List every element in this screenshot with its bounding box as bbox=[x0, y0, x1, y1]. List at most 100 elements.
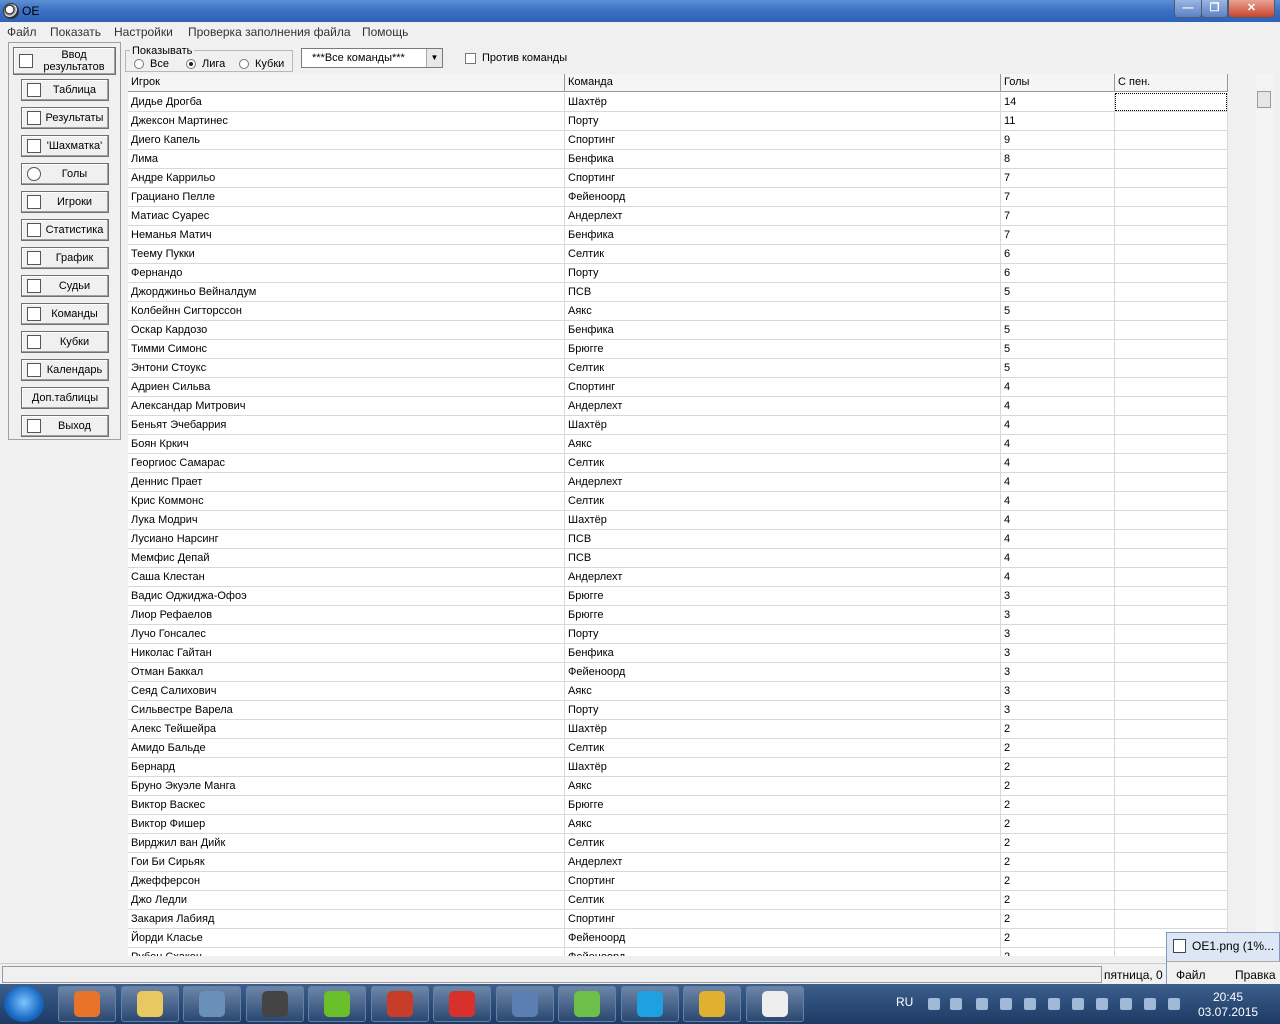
nav-players-button[interactable]: Игроки bbox=[21, 191, 109, 213]
menu-check-file[interactable]: Проверка заполнения файла bbox=[188, 25, 351, 39]
cell-team[interactable]: Шахтёр bbox=[565, 758, 1001, 777]
tray-e-icon[interactable] bbox=[1000, 998, 1012, 1010]
tray-nvidia-icon[interactable] bbox=[1120, 998, 1132, 1010]
table-row[interactable]: Вирджил ван Дийк Селтик 2 bbox=[128, 834, 1228, 853]
cell-team[interactable]: Порту bbox=[565, 264, 1001, 283]
cell-team[interactable]: Андерлехт bbox=[565, 853, 1001, 872]
cell-team[interactable]: Порту bbox=[565, 701, 1001, 720]
cell-team[interactable]: Селтик bbox=[565, 891, 1001, 910]
cell-goals[interactable]: 4 bbox=[1001, 378, 1115, 397]
cell-team[interactable]: Бенфика bbox=[565, 644, 1001, 663]
start-button[interactable] bbox=[4, 986, 44, 1022]
table-row[interactable]: Георгиос Самарас Селтик 4 bbox=[128, 454, 1228, 473]
cell-player[interactable]: Закария Лабияд bbox=[128, 910, 565, 929]
cell-player[interactable]: Лима bbox=[128, 150, 565, 169]
nav-goals-button[interactable]: Голы bbox=[21, 163, 109, 185]
nav-statistics-button[interactable]: Статистика bbox=[21, 219, 109, 241]
camera-taskbar-button[interactable] bbox=[245, 986, 304, 1022]
cell-player[interactable]: Деннис Прает bbox=[128, 473, 565, 492]
table-row[interactable]: Андре Каррильо Спортинг 7 bbox=[128, 169, 1228, 188]
cell-player[interactable]: Вадис Оджиджа-Офоэ bbox=[128, 587, 565, 606]
cell-player[interactable]: Андре Каррильо bbox=[128, 169, 565, 188]
nav-table-button[interactable]: Таблица bbox=[21, 79, 109, 101]
radio-league[interactable]: Лига bbox=[186, 58, 225, 70]
column-header-goals[interactable]: Голы bbox=[1001, 74, 1115, 92]
table-row[interactable]: Адриен Сильва Спортинг 4 bbox=[128, 378, 1228, 397]
cell-goals[interactable]: 6 bbox=[1001, 245, 1115, 264]
cell-goals[interactable]: 4 bbox=[1001, 511, 1115, 530]
cell-team[interactable]: Селтик bbox=[565, 245, 1001, 264]
cell-goals[interactable]: 7 bbox=[1001, 207, 1115, 226]
cell-player[interactable]: Виктор Фишер bbox=[128, 815, 565, 834]
cell-penalties[interactable] bbox=[1115, 321, 1228, 340]
cell-penalties[interactable] bbox=[1115, 587, 1228, 606]
table-row[interactable]: Мемфис Депай ПСВ 4 bbox=[128, 549, 1228, 568]
cell-player[interactable]: Отман Баккал bbox=[128, 663, 565, 682]
table-row[interactable]: Закария Лабияд Спортинг 2 bbox=[128, 910, 1228, 929]
cell-goals[interactable]: 5 bbox=[1001, 359, 1115, 378]
cell-team[interactable]: ПСВ bbox=[565, 283, 1001, 302]
table-row[interactable]: Лучо Гонсалес Порту 3 bbox=[128, 625, 1228, 644]
nav-referees-button[interactable]: Судьи bbox=[21, 275, 109, 297]
cell-player[interactable]: Лусиано Нарсинг bbox=[128, 530, 565, 549]
tray-network-icon[interactable] bbox=[928, 998, 940, 1010]
radio-all[interactable]: Все bbox=[134, 58, 169, 70]
cell-goals[interactable]: 7 bbox=[1001, 188, 1115, 207]
cell-team[interactable]: Брюгге bbox=[565, 587, 1001, 606]
scorers-table[interactable]: Игрок Команда Голы С пен. Дидье Дрогба Ша… bbox=[128, 74, 1228, 956]
solitaire-taskbar-button[interactable] bbox=[370, 986, 429, 1022]
cell-player[interactable]: Оскар Кардозо bbox=[128, 321, 565, 340]
tray-game-icon[interactable] bbox=[1048, 998, 1060, 1010]
cell-goals[interactable]: 2 bbox=[1001, 872, 1115, 891]
cell-team[interactable]: Шахтёр bbox=[565, 720, 1001, 739]
media-player-taskbar-button[interactable] bbox=[58, 986, 116, 1022]
cell-player[interactable]: Адриен Сильва bbox=[128, 378, 565, 397]
cell-team[interactable]: Селтик bbox=[565, 454, 1001, 473]
cell-team[interactable]: ПСВ bbox=[565, 549, 1001, 568]
cell-team[interactable]: ПСВ bbox=[565, 530, 1001, 549]
cell-goals[interactable]: 2 bbox=[1001, 929, 1115, 948]
cell-player[interactable]: Николас Гайтан bbox=[128, 644, 565, 663]
table-row[interactable]: Беньят Эчебаррия Шахтёр 4 bbox=[128, 416, 1228, 435]
cell-team[interactable]: Спортинг bbox=[565, 131, 1001, 150]
cell-penalties[interactable] bbox=[1115, 549, 1228, 568]
cell-goals[interactable]: 4 bbox=[1001, 549, 1115, 568]
scrollbar-thumb[interactable] bbox=[1257, 91, 1271, 108]
cell-penalties[interactable] bbox=[1115, 701, 1228, 720]
cell-team[interactable]: Брюгге bbox=[565, 796, 1001, 815]
column-header-team[interactable]: Команда bbox=[565, 74, 1001, 92]
cell-player[interactable]: Георгиос Самарас bbox=[128, 454, 565, 473]
table-row[interactable]: Диего Капель Спортинг 9 bbox=[128, 131, 1228, 150]
cell-penalties[interactable] bbox=[1115, 492, 1228, 511]
table-row[interactable]: Лима Бенфика 8 bbox=[128, 150, 1228, 169]
cell-goals[interactable]: 2 bbox=[1001, 815, 1115, 834]
focused-cell[interactable] bbox=[1115, 93, 1227, 111]
cell-goals[interactable]: 4 bbox=[1001, 568, 1115, 587]
table-row[interactable]: Лука Модрич Шахтёр 4 bbox=[128, 511, 1228, 530]
popup-menu-file[interactable]: Файл bbox=[1176, 968, 1206, 982]
cell-team[interactable]: Аякс bbox=[565, 435, 1001, 454]
cell-penalties[interactable] bbox=[1115, 530, 1228, 549]
taskbar-preview-popup[interactable]: OE1.png (1%... Файл Правка bbox=[1166, 932, 1280, 985]
cell-penalties[interactable] bbox=[1115, 834, 1228, 853]
team-select[interactable]: ***Все команды*** ▼ bbox=[301, 48, 443, 68]
cell-goals[interactable]: 2 bbox=[1001, 739, 1115, 758]
popup-menu-edit[interactable]: Правка bbox=[1235, 968, 1276, 982]
table-row[interactable]: Джорджиньо Вейналдум ПСВ 5 bbox=[128, 283, 1228, 302]
cell-player[interactable]: Фернандо bbox=[128, 264, 565, 283]
nav-teams-button[interactable]: Команды bbox=[21, 303, 109, 325]
cell-penalties[interactable] bbox=[1115, 188, 1228, 207]
language-indicator[interactable]: RU bbox=[896, 995, 913, 1009]
cell-penalties[interactable] bbox=[1115, 682, 1228, 701]
cell-penalties[interactable] bbox=[1115, 454, 1228, 473]
cell-goals[interactable]: 3 bbox=[1001, 682, 1115, 701]
table-row[interactable]: Оскар Кардозо Бенфика 5 bbox=[128, 321, 1228, 340]
cell-player[interactable]: Дидье Дрогба bbox=[128, 93, 565, 112]
cell-goals[interactable]: 2 bbox=[1001, 891, 1115, 910]
tray-tool-icon[interactable] bbox=[1096, 998, 1108, 1010]
cell-team[interactable]: Бенфика bbox=[565, 226, 1001, 245]
cell-player[interactable]: Джо Ледли bbox=[128, 891, 565, 910]
cell-penalties[interactable] bbox=[1115, 207, 1228, 226]
cell-goals[interactable]: 3 bbox=[1001, 644, 1115, 663]
cell-player[interactable]: Александар Митрович bbox=[128, 397, 565, 416]
